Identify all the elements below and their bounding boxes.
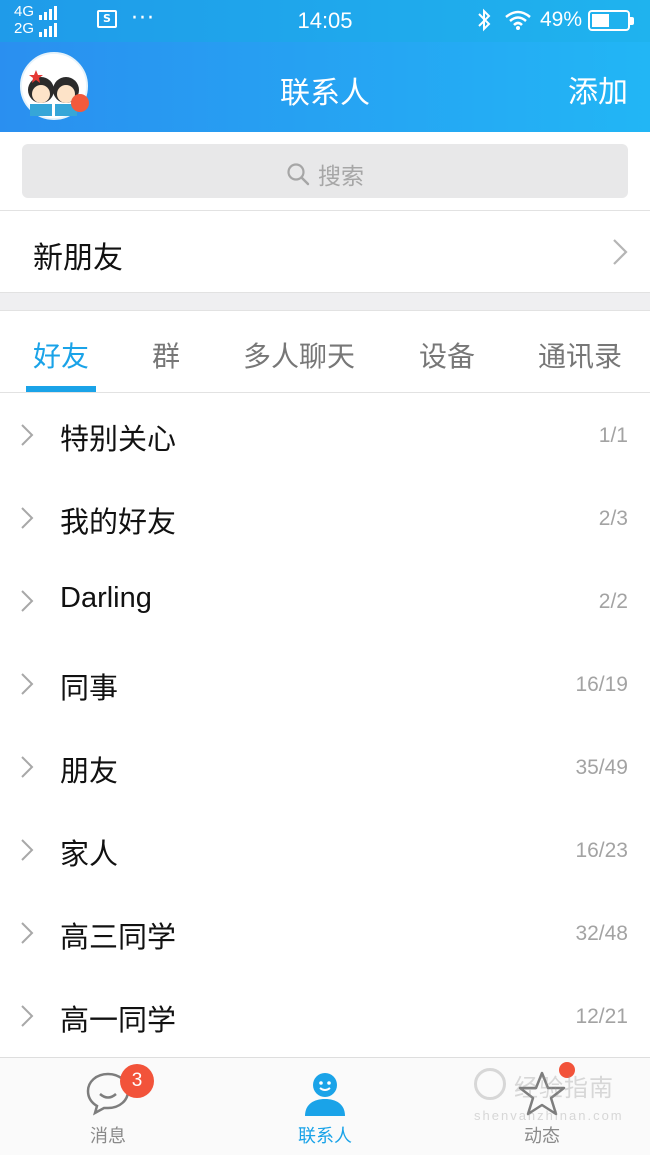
tab-friends[interactable]: 好友 <box>33 335 89 375</box>
search-icon <box>287 163 310 186</box>
tab-groups[interactable]: 群 <box>152 335 180 375</box>
chevron-right-icon <box>21 673 34 695</box>
chevron-right-icon <box>613 239 628 265</box>
group-count: 1/1 <box>598 424 628 447</box>
watermark-text: 经验指南 <box>514 1075 614 1102</box>
search-placeholder-wrap: 搜索 <box>22 157 628 191</box>
chevron-right-icon <box>21 507 34 529</box>
chevron-right-icon <box>21 922 34 944</box>
group-name: 同事 <box>60 671 119 705</box>
chevron-right-icon <box>21 756 34 778</box>
list-item[interactable]: Darling 2/2 <box>0 560 650 643</box>
tabbar-label: 联系人 <box>298 1126 352 1147</box>
group-name: 高三同学 <box>60 920 177 954</box>
group-count: 16/23 <box>575 839 628 862</box>
battery-level <box>592 14 609 27</box>
tabbar-messages[interactable]: 3 消息 <box>0 1058 216 1155</box>
list-item[interactable]: 朋友 35/49 <box>0 726 650 809</box>
group-name: 我的好友 <box>60 505 177 539</box>
watermark-url: shenvanzhinan.com <box>474 1108 624 1123</box>
tab-multi-chat[interactable]: 多人聊天 <box>243 335 355 375</box>
bluetooth-icon <box>478 8 491 32</box>
group-name: 朋友 <box>60 754 119 788</box>
group-name: Darling <box>60 582 152 614</box>
chevron-right-icon <box>21 1005 34 1027</box>
group-name: 高一同学 <box>60 1003 177 1037</box>
section-divider <box>0 293 650 311</box>
list-item[interactable]: 高三同学 32/48 <box>0 892 650 975</box>
page-title: 联系人 <box>280 76 370 111</box>
add-button[interactable]: 添加 <box>568 67 628 111</box>
search-section: 搜索 <box>0 132 650 211</box>
contacts-person-icon <box>305 1073 345 1116</box>
group-count: 16/19 <box>575 673 628 696</box>
group-count: 32/48 <box>575 922 628 945</box>
group-count: 12/21 <box>575 1005 628 1028</box>
list-item[interactable]: 高一同学 12/21 <box>0 975 650 1058</box>
list-item[interactable]: 特别关心 1/1 <box>0 394 650 477</box>
active-tab-indicator <box>26 386 96 392</box>
status-bar: 4G 2G S ··· 14:05 49% <box>0 0 650 42</box>
new-friend-row[interactable]: 新朋友 <box>0 211 650 293</box>
list-item[interactable]: 我的好友 2/3 <box>0 477 650 560</box>
search-input[interactable]: 搜索 <box>22 144 628 198</box>
group-name: 家人 <box>60 837 119 871</box>
group-count: 2/2 <box>598 590 628 613</box>
watermark: 经验指南 shenvanzhinan.com <box>470 1064 640 1134</box>
tab-devices[interactable]: 设备 <box>419 335 475 375</box>
watermark-logo-icon <box>474 1068 506 1100</box>
wifi-icon <box>505 10 531 30</box>
tabbar-label: 消息 <box>90 1126 126 1147</box>
battery-percent: 49% <box>540 8 583 31</box>
battery-icon <box>588 10 634 31</box>
unread-badge: 3 <box>120 1064 154 1098</box>
list-item[interactable]: 家人 16/23 <box>0 809 650 892</box>
list-item[interactable]: 同事 16/19 <box>0 643 650 726</box>
header: 联系人 添加 <box>0 42 650 132</box>
new-friend-label: 新朋友 <box>33 241 123 276</box>
tab-address-book[interactable]: 通讯录 <box>538 335 622 375</box>
contact-tabs: 好友 群 多人聊天 设备 通讯录 <box>0 311 650 393</box>
chevron-right-icon <box>21 424 34 446</box>
chevron-right-icon <box>21 590 34 612</box>
tabbar-contacts[interactable]: 联系人 <box>217 1058 433 1155</box>
group-count: 35/49 <box>575 756 628 779</box>
search-placeholder: 搜索 <box>318 164 364 190</box>
group-count: 2/3 <box>598 507 628 530</box>
chevron-right-icon <box>21 839 34 861</box>
group-name: 特别关心 <box>60 422 177 456</box>
